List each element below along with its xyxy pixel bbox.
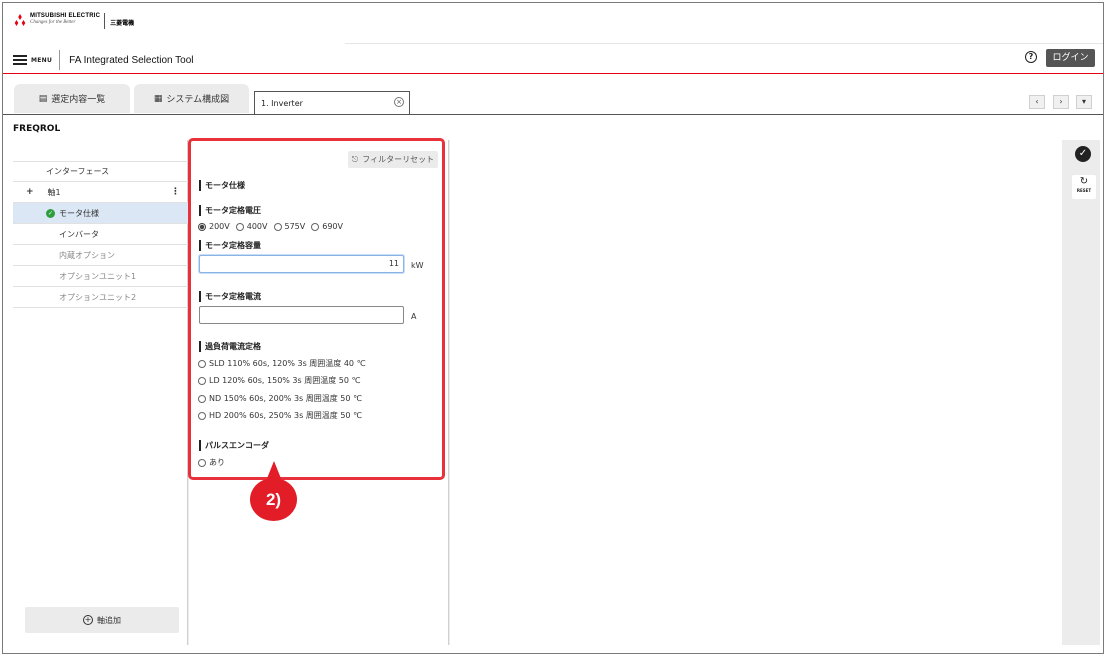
brand-name-jp: 三菱電機	[110, 20, 135, 27]
tree-item-builtin-option[interactable]: 内蔵オプション	[13, 245, 188, 266]
tab-label: システム構成図	[166, 95, 230, 105]
tab-next-button[interactable]: ›	[1053, 95, 1069, 109]
kebab-menu-icon[interactable]: ⋮	[171, 187, 180, 197]
tab-label: 1. Inverter	[261, 99, 303, 108]
annotation-highlight-box	[188, 138, 445, 480]
brand-text: MITSUBISHI ELECTRIC Changes for the Bett…	[30, 13, 100, 26]
confirm-check-icon[interactable]: ✓	[1075, 146, 1091, 162]
check-circle-icon: ✓	[46, 208, 55, 218]
add-axis-label: 軸追加	[97, 615, 121, 625]
detail-panel	[450, 140, 1062, 645]
tree-item-option-unit-1[interactable]: オプションユニット1	[13, 266, 188, 287]
reset-button[interactable]: ↻ RESET	[1072, 175, 1096, 199]
tree-item-label: オプションユニット2	[59, 292, 137, 302]
tab-more-button[interactable]: ▾	[1076, 95, 1092, 109]
workspace: インターフェース + 軸1 ⋮ ✓ モータ仕様 インバータ 内蔵オプション オプ…	[13, 140, 1100, 645]
tree-item-label: インターフェース	[46, 167, 110, 176]
reset-label: RESET	[1076, 188, 1092, 193]
tab-prev-button[interactable]: ‹	[1029, 95, 1045, 109]
tab-system-diagram[interactable]: ▦ システム構成図	[134, 84, 249, 113]
hamburger-icon	[13, 55, 27, 65]
tree-item-inverter[interactable]: インバータ	[13, 224, 188, 245]
tree-item-label: 軸1	[47, 187, 61, 197]
menu-bar: MENU FA Integrated Selection Tool ? ログイン	[3, 47, 1103, 73]
refresh-icon: ↻	[1079, 176, 1089, 187]
hierarchy-icon: ▦	[153, 93, 163, 104]
tree-item-label: モータ仕様	[59, 208, 99, 218]
menu-divider	[59, 50, 61, 70]
expand-icon[interactable]: +	[26, 187, 34, 197]
mitsubishi-diamonds-icon	[14, 14, 26, 26]
menu-button[interactable]: MENU	[13, 50, 52, 70]
tab-label: 選定内容一覧	[51, 95, 106, 105]
help-icon[interactable]: ?	[1025, 51, 1037, 63]
tree-item-interface[interactable]: インターフェース	[13, 161, 188, 182]
tool-rail: ✓ ↻ RESET	[1063, 140, 1100, 645]
tree-panel: インターフェース + 軸1 ⋮ ✓ モータ仕様 インバータ 内蔵オプション オプ…	[13, 140, 188, 645]
annotation-badge: 2)	[250, 478, 297, 521]
tree-item-label: インバータ	[59, 229, 99, 239]
tab-selection-list[interactable]: ▤ 選定内容一覧	[14, 84, 130, 113]
header-divider	[345, 43, 1103, 44]
app-title: FA Integrated Selection Tool	[69, 54, 194, 66]
tree-item-motor-spec[interactable]: ✓ モータ仕様	[13, 203, 188, 224]
tab-inverter[interactable]: 1. Inverter ×	[254, 91, 410, 115]
brand-tagline: Changes for the Better	[30, 20, 76, 25]
tree-item-label: 内蔵オプション	[59, 250, 115, 260]
list-icon: ▤	[38, 93, 48, 104]
menu-label: MENU	[31, 56, 53, 64]
tree-item-option-unit-2[interactable]: オプションユニット2	[13, 287, 188, 308]
plus-circle-icon: +	[83, 615, 93, 625]
brand-logo: MITSUBISHI ELECTRIC Changes for the Bett…	[13, 13, 134, 39]
app-frame: MITSUBISHI ELECTRIC Changes for the Bett…	[2, 2, 1104, 654]
close-icon[interactable]: ×	[394, 97, 404, 107]
tab-baseline	[3, 114, 1103, 115]
tree-item-label: オプションユニット1	[59, 271, 137, 281]
login-button[interactable]: ログイン	[1046, 49, 1095, 67]
add-axis-button[interactable]: + 軸追加	[25, 607, 179, 633]
page-title: FREQROL	[13, 124, 61, 134]
tab-strip: ▤ 選定内容一覧 ▦ システム構成図 1. Inverter ×	[3, 74, 1103, 115]
logo-divider	[104, 13, 106, 29]
brand-name: MITSUBISHI ELECTRIC	[30, 13, 101, 19]
tree-item-axis[interactable]: + 軸1 ⋮	[13, 182, 188, 203]
